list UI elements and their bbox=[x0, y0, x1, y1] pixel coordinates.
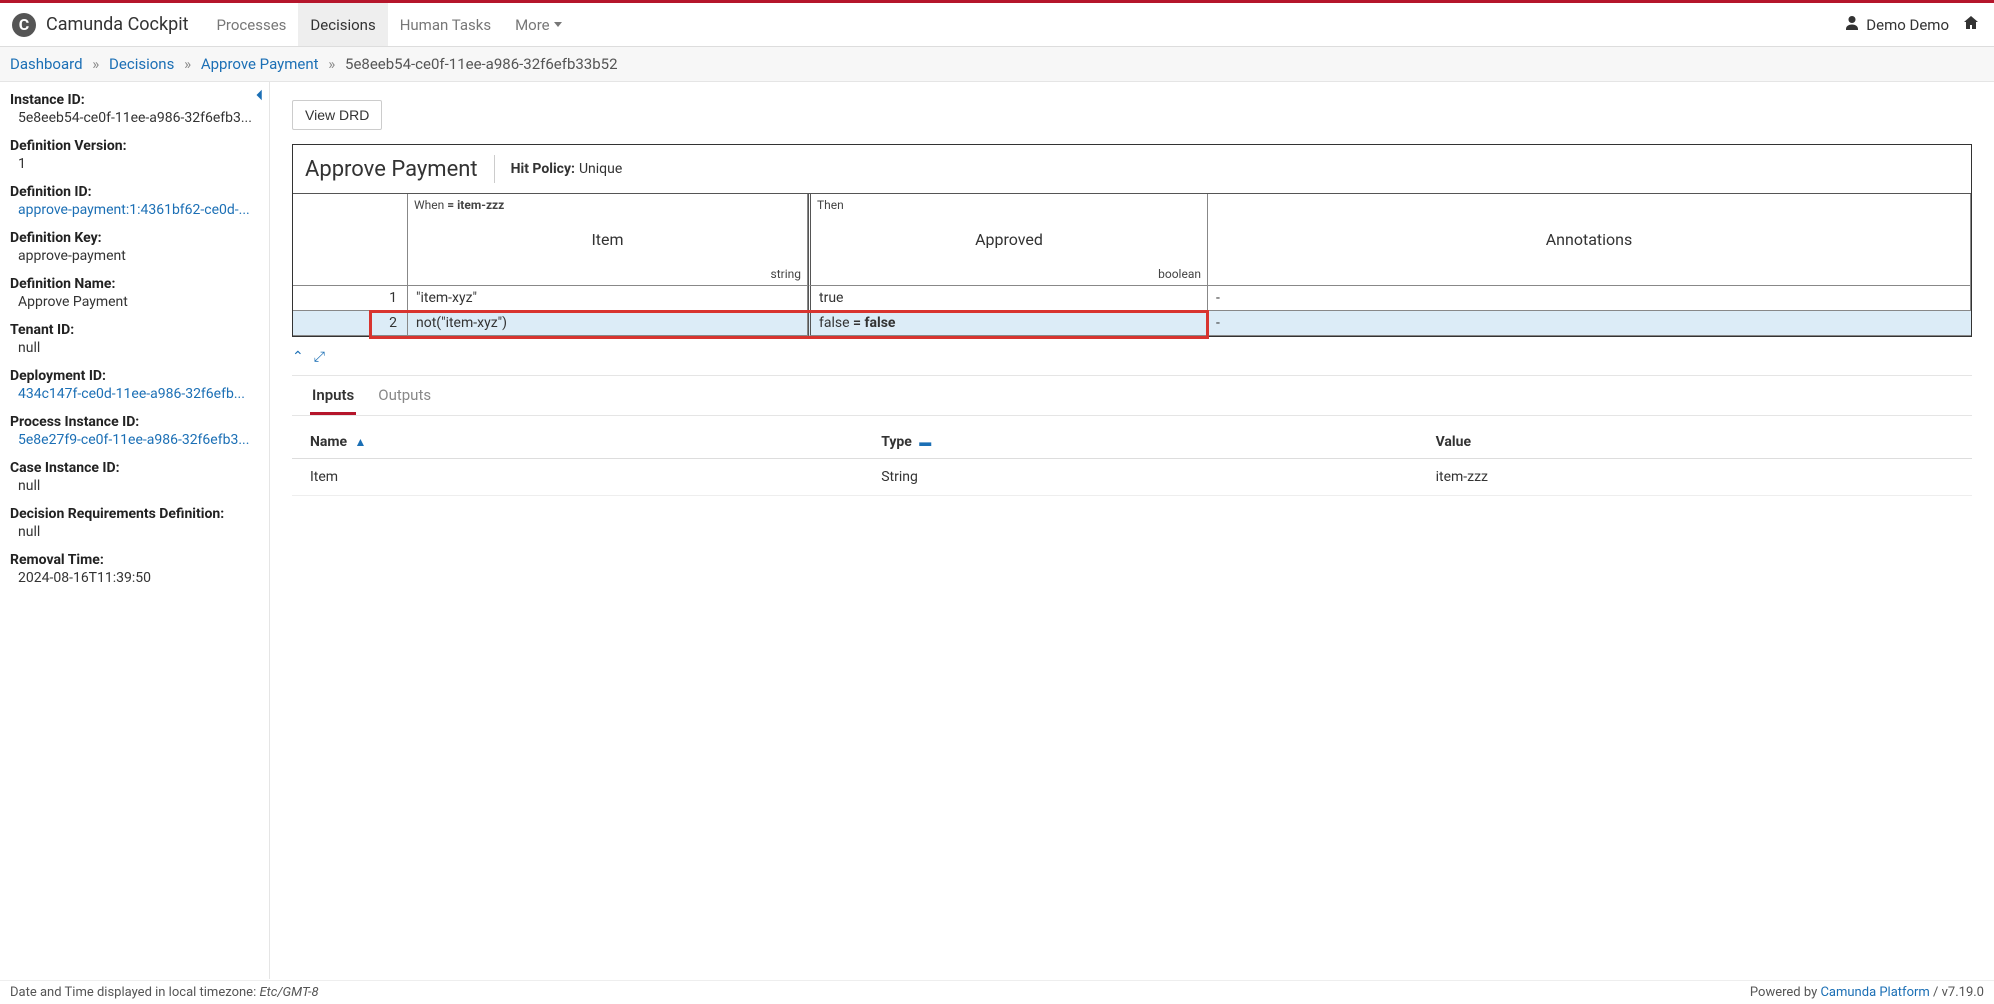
version-label: / v7.19.0 bbox=[1930, 985, 1984, 1000]
col-name-header[interactable]: Name ▲ bbox=[292, 426, 863, 459]
nav-decisions[interactable]: Decisions bbox=[298, 3, 387, 46]
powered-by-label: Powered by bbox=[1750, 985, 1821, 1000]
drd-label: Decision Requirements Definition: bbox=[10, 506, 259, 522]
when-expression: = item-zzz bbox=[447, 198, 504, 212]
definition-name-label: Definition Name: bbox=[10, 276, 259, 292]
footer: Date and Time displayed in local timezon… bbox=[0, 980, 1994, 1004]
hit-policy-value: Unique bbox=[579, 161, 622, 177]
definition-id-label: Definition ID: bbox=[10, 184, 259, 200]
annotations-label: Annotations bbox=[1208, 194, 1970, 285]
tab-inputs[interactable]: Inputs bbox=[310, 376, 356, 415]
nav-human-tasks[interactable]: Human Tasks bbox=[388, 3, 503, 46]
definition-key-value: approve-payment bbox=[18, 248, 259, 264]
drd-value: null bbox=[18, 524, 259, 540]
then-label: Then bbox=[817, 198, 844, 212]
definition-id-link[interactable]: approve-payment:1:4361bf62-ce0d-... bbox=[18, 202, 250, 218]
process-instance-id-link[interactable]: 5e8e27f9-ce0f-11ee-a986-32f6efb3... bbox=[18, 432, 249, 448]
tab-outputs[interactable]: Outputs bbox=[376, 376, 433, 415]
deployment-id-link[interactable]: 434c147f-ce0d-11ee-a986-32f6efb... bbox=[18, 386, 245, 402]
definition-name-value: Approve Payment bbox=[18, 294, 259, 310]
rule-annotation-cell: - bbox=[1208, 311, 1971, 336]
output-column-header: Then Approved boolean bbox=[808, 194, 1208, 286]
when-label: When bbox=[414, 198, 444, 212]
rule-number-header bbox=[293, 194, 408, 286]
app-title: Camunda Cockpit bbox=[46, 14, 188, 35]
camunda-platform-link[interactable]: Camunda Platform bbox=[1820, 985, 1929, 1000]
annotations-header: Annotations bbox=[1208, 194, 1971, 286]
cell-name: Item bbox=[292, 459, 863, 496]
case-instance-id-value: null bbox=[18, 478, 259, 494]
rule-output-cell: true bbox=[808, 286, 1208, 311]
tenant-id-value: null bbox=[18, 340, 259, 356]
rule-annotation-cell: - bbox=[1208, 286, 1971, 311]
sort-none-icon: ▬ bbox=[919, 435, 931, 449]
definition-key-label: Definition Key: bbox=[10, 230, 259, 246]
main-nav: Processes Decisions Human Tasks More bbox=[204, 3, 573, 46]
removal-time-label: Removal Time: bbox=[10, 552, 259, 568]
tz-label: Date and Time displayed in local timezon… bbox=[10, 985, 259, 1000]
breadcrumb-dashboard[interactable]: Dashboard bbox=[10, 55, 83, 73]
rule-input-cell: "item-xyz" bbox=[408, 286, 808, 311]
breadcrumb: Dashboard » Decisions » Approve Payment … bbox=[0, 47, 1994, 82]
input-column-header: When = item-zzz Item string bbox=[408, 194, 808, 286]
instance-id-value: 5e8eeb54-ce0f-11ee-a986-32f6efb3... bbox=[18, 110, 259, 126]
user-menu[interactable]: Demo Demo bbox=[1844, 15, 1949, 35]
dmn-table: Approve Payment Hit Policy: Unique When … bbox=[292, 144, 1972, 337]
nav-more[interactable]: More bbox=[503, 3, 574, 46]
process-instance-id-label: Process Instance ID: bbox=[10, 414, 259, 430]
output-name: Approved bbox=[811, 194, 1207, 285]
view-drd-button[interactable]: View DRD bbox=[292, 100, 382, 130]
table-row: Item String item-zzz bbox=[292, 459, 1972, 496]
output-type: boolean bbox=[1158, 267, 1201, 281]
collapse-table-icon[interactable]: ⌃ bbox=[292, 349, 304, 365]
rule-row-number: 2 bbox=[293, 311, 408, 336]
removal-time-value: 2024-08-16T11:39:50 bbox=[18, 570, 259, 586]
main-content: View DRD Approve Payment Hit Policy: Uni… bbox=[270, 82, 1994, 979]
input-type: string bbox=[771, 267, 801, 281]
col-type-header[interactable]: Type ▬ bbox=[863, 426, 1417, 459]
tenant-id-label: Tenant ID: bbox=[10, 322, 259, 338]
case-instance-id-label: Case Instance ID: bbox=[10, 460, 259, 476]
rule-input-cell: not("item-xyz") bbox=[408, 311, 808, 336]
io-tabs: Inputs Outputs bbox=[292, 375, 1972, 416]
nav-processes[interactable]: Processes bbox=[204, 3, 298, 46]
breadcrumb-instance-id: 5e8eeb54-ce0f-11ee-a986-32f6efb33b52 bbox=[345, 55, 618, 73]
breadcrumb-approve-payment[interactable]: Approve Payment bbox=[201, 55, 319, 73]
home-icon bbox=[1963, 15, 1979, 35]
collapse-sidebar-button[interactable] bbox=[253, 88, 267, 106]
dmn-table-controls: ⌃ ⤢ bbox=[292, 349, 1972, 365]
instance-id-label: Instance ID: bbox=[10, 92, 259, 108]
cell-value: item-zzz bbox=[1418, 459, 1972, 496]
user-name: Demo Demo bbox=[1866, 16, 1949, 34]
rule-row-number: 1 bbox=[293, 286, 408, 311]
expand-table-icon[interactable]: ⤢ bbox=[314, 349, 325, 365]
dmn-title: Approve Payment bbox=[305, 157, 478, 182]
home-dropdown[interactable] bbox=[1963, 15, 1982, 35]
sidebar: Instance ID: 5e8eeb54-ce0f-11ee-a986-32f… bbox=[0, 82, 270, 979]
top-header: C Camunda Cockpit Processes Decisions Hu… bbox=[0, 3, 1994, 47]
nav-more-label: More bbox=[515, 16, 550, 34]
sort-asc-icon: ▲ bbox=[355, 435, 367, 449]
cell-type: String bbox=[863, 459, 1417, 496]
tz-value: Etc/GMT-8 bbox=[259, 985, 318, 1000]
inputs-table: Name ▲ Type ▬ Value Item String ite bbox=[292, 426, 1972, 496]
rule-output-cell: false = false bbox=[808, 311, 1208, 336]
hit-policy-label: Hit Policy: bbox=[511, 161, 575, 177]
logo-icon: C bbox=[12, 13, 36, 37]
caret-down-icon bbox=[554, 22, 562, 27]
deployment-id-label: Deployment ID: bbox=[10, 368, 259, 384]
col-value-header[interactable]: Value bbox=[1418, 426, 1972, 459]
definition-version-label: Definition Version: bbox=[10, 138, 259, 154]
breadcrumb-decisions[interactable]: Decisions bbox=[109, 55, 174, 73]
user-icon bbox=[1844, 15, 1860, 35]
definition-version-value: 1 bbox=[18, 156, 259, 172]
